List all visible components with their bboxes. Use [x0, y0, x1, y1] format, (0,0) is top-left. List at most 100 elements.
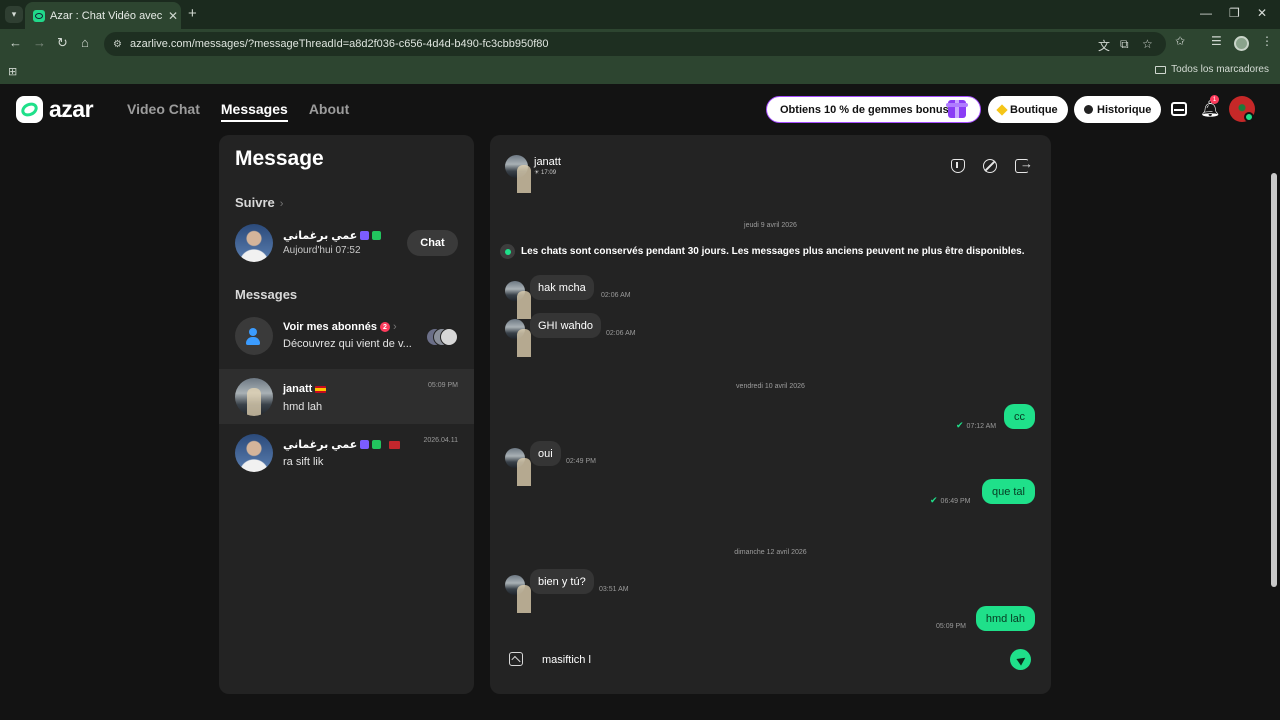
- date-separator: dimanche 12 avril 2026: [734, 549, 807, 556]
- clock-icon: [1084, 105, 1093, 114]
- main-nav: Video Chat Messages About: [127, 101, 349, 122]
- message-time: ✔ 07:12 AM: [956, 420, 996, 431]
- check-badge-icon: [372, 440, 382, 449]
- message-bubble-received: hak mcha: [530, 275, 594, 300]
- site-info-icon[interactable]: ⚙: [113, 39, 122, 50]
- message-time-text: 06:49 PM: [940, 498, 971, 505]
- chevron-right-icon: ›: [279, 198, 284, 210]
- thread-time: 05:09 PM: [428, 382, 458, 389]
- thread-preview: hmd lah: [283, 401, 323, 413]
- boutique-button[interactable]: Boutique: [988, 96, 1068, 123]
- favorites-icon[interactable]: ✩: [1175, 34, 1185, 48]
- thread-name[interactable]: عمي برغماني: [283, 438, 401, 451]
- tab-search-chevron-icon[interactable]: ▾: [5, 6, 23, 23]
- restore-window-icon[interactable]: ❐: [1229, 6, 1240, 20]
- azar-favicon-icon: [33, 9, 45, 22]
- check-badge-icon: [372, 231, 382, 240]
- follow-section-header[interactable]: Suivre ›: [235, 195, 283, 210]
- sender-avatar: [505, 319, 531, 357]
- image-attach-icon[interactable]: [509, 652, 523, 666]
- leave-chat-icon[interactable]: [1015, 156, 1033, 173]
- morocco-flag-icon: [389, 440, 401, 449]
- boutique-label: Boutique: [1010, 103, 1058, 116]
- historique-button[interactable]: Historique: [1074, 96, 1162, 123]
- message-bubble-sent: cc: [1004, 404, 1035, 429]
- thread-name[interactable]: Voir mes abonnés 2 ›: [283, 321, 397, 333]
- translate-icon[interactable]: 文: [1098, 37, 1110, 54]
- close-window-icon[interactable]: ✕: [1257, 6, 1267, 20]
- thread-name-text: عمي برغماني: [283, 439, 358, 451]
- back-arrow-icon[interactable]: ←: [9, 35, 22, 50]
- message-composer: [504, 646, 1039, 674]
- follow-user-name-text: عمي برغماني: [283, 230, 358, 242]
- message-bubble-received: bien y tú?: [530, 569, 594, 594]
- notice-text: Les chats sont conservés pendant 30 jour…: [521, 246, 1025, 257]
- unread-count-badge: 2: [379, 322, 390, 332]
- thread-preview: ra sift lik: [283, 456, 324, 468]
- nav-messages[interactable]: Messages: [220, 101, 288, 122]
- sender-avatar: [505, 448, 531, 486]
- reload-icon[interactable]: ↻: [57, 35, 68, 51]
- gem-icon: [996, 103, 1008, 116]
- message-bubble-sent: que tal: [981, 479, 1035, 504]
- azar-logo[interactable]: azar: [16, 96, 94, 123]
- nav-video-chat[interactable]: Video Chat: [127, 101, 200, 122]
- conversation-panel: janatt ☀ 17:09 jeudi 9 avril 2026 Les ch…: [490, 135, 1051, 694]
- message-time-text: 07:12 AM: [966, 423, 997, 430]
- thread-name: janatt: [283, 383, 327, 395]
- chevron-right-icon: ›: [392, 321, 397, 333]
- home-icon[interactable]: ⌂: [81, 35, 89, 50]
- contact-name[interactable]: janatt: [534, 156, 561, 168]
- follow-section-label: Suivre: [235, 195, 275, 210]
- online-status-dot: [1244, 112, 1254, 122]
- date-separator: jeudi 9 avril 2026: [744, 222, 797, 229]
- promo-text: Obtiens 10 % de gemmes bonus !: [780, 103, 956, 116]
- avatar[interactable]: [235, 434, 273, 472]
- apps-grid-icon[interactable]: ⊞: [8, 65, 17, 78]
- install-app-icon[interactable]: ⧉: [1120, 37, 1129, 52]
- azar-logo-icon: [16, 96, 43, 123]
- bookmark-star-icon[interactable]: ☆: [1142, 37, 1153, 51]
- info-icon: [500, 244, 515, 259]
- browser-tab-bar: ▾ Azar : Chat Vidéo avec de nouv ✕ + — ❐…: [0, 0, 1280, 29]
- verified-badge-icon: [360, 231, 370, 240]
- block-icon[interactable]: [983, 159, 997, 173]
- follow-user-status: Aujourd'hui 07:52: [283, 245, 361, 256]
- browser-tab-active[interactable]: Azar : Chat Vidéo avec de nouv ✕: [25, 2, 181, 29]
- shield-icon[interactable]: [951, 159, 965, 173]
- followers-avatar[interactable]: [235, 317, 273, 355]
- avatar[interactable]: [235, 224, 273, 262]
- add-person-icon: [245, 327, 263, 345]
- browser-profile-avatar[interactable]: [1234, 36, 1249, 51]
- new-tab-plus-icon[interactable]: +: [188, 5, 197, 22]
- contact-avatar[interactable]: [505, 155, 531, 193]
- close-tab-icon[interactable]: ✕: [168, 9, 178, 23]
- gift-icon: [946, 100, 968, 118]
- nav-about[interactable]: About: [309, 101, 349, 122]
- minimize-window-icon[interactable]: —: [1200, 6, 1212, 20]
- contact-status-time: 17:09: [541, 170, 557, 176]
- inbox-icon[interactable]: [1171, 102, 1187, 116]
- date-separator: vendredi 10 avril 2026: [736, 383, 805, 390]
- page-scrollbar[interactable]: [1271, 173, 1277, 587]
- message-time: 02:49 PM: [566, 458, 596, 465]
- all-bookmarks-folder[interactable]: Todos los marcadores: [1155, 64, 1269, 75]
- read-check-icon: ✔: [956, 420, 964, 430]
- avatar[interactable]: [235, 378, 273, 416]
- address-bar[interactable]: ⚙ azarlive.com/messages/?messageThreadId…: [104, 32, 1166, 56]
- avatar: [440, 328, 458, 346]
- message-bubble-sent: hmd lah: [975, 606, 1035, 631]
- messages-section-header: Messages: [235, 287, 298, 302]
- gems-promo-banner[interactable]: Obtiens 10 % de gemmes bonus !: [766, 96, 981, 123]
- reading-list-icon[interactable]: ☰: [1211, 34, 1222, 48]
- message-input[interactable]: [528, 648, 998, 672]
- thread-time: 2026.04.11: [423, 437, 458, 444]
- chat-button[interactable]: Chat: [407, 230, 458, 256]
- panel-title: Message: [235, 147, 324, 170]
- retention-notice: Les chats sont conservés pendant 30 jour…: [500, 244, 1025, 259]
- message-time: 05:09 PM: [936, 623, 966, 630]
- send-button[interactable]: [1010, 649, 1031, 670]
- browser-menu-icon[interactable]: ⋮: [1261, 34, 1273, 48]
- read-check-icon: ✔: [930, 495, 938, 505]
- forward-arrow-icon[interactable]: →: [33, 35, 46, 50]
